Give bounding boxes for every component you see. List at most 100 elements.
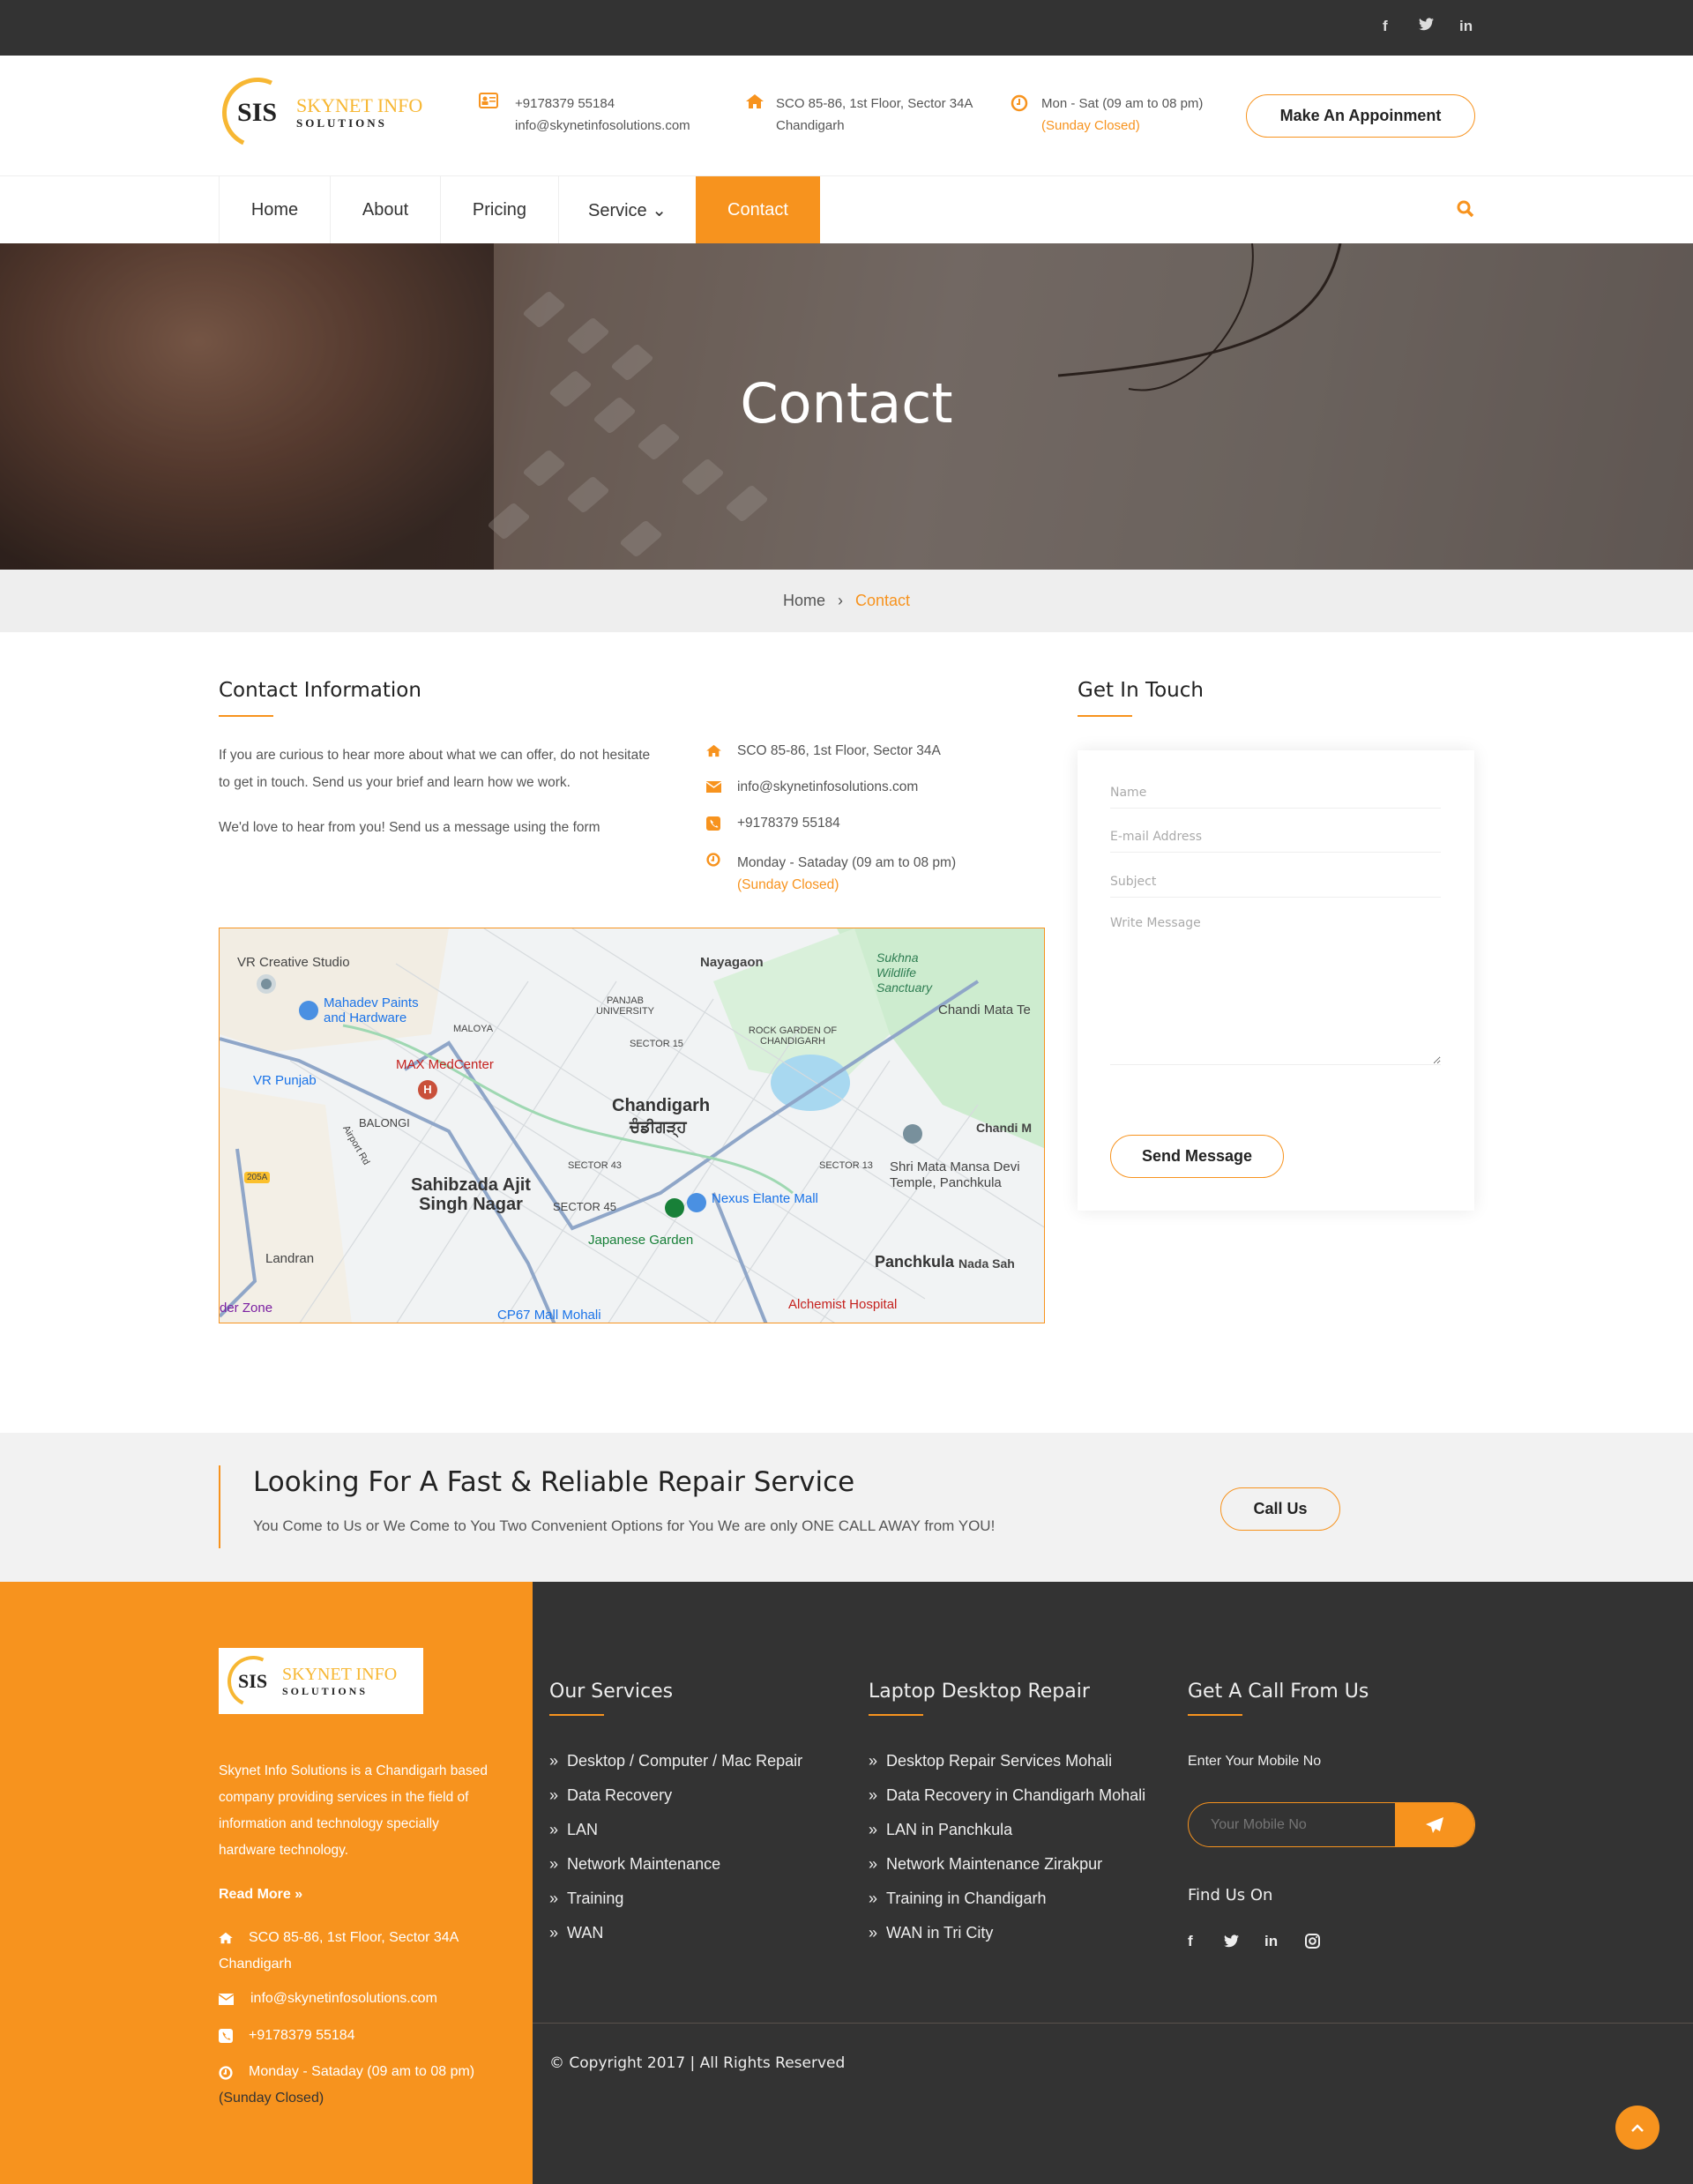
footer-repair-link[interactable]: » WAN in Tri City: [869, 1924, 993, 1942]
footer-logo[interactable]: SIS SKYNET INFO SOLUTIONS: [219, 1648, 423, 1714]
read-more-link[interactable]: Read More »: [219, 1887, 302, 1903]
subject-input[interactable]: [1110, 866, 1441, 898]
hero-banner: Contact: [0, 243, 1693, 570]
map-label: Panchkula: [875, 1253, 955, 1271]
search-icon[interactable]: [1457, 200, 1474, 222]
facebook-icon[interactable]: f: [1383, 18, 1388, 35]
park-pin-icon[interactable]: [665, 1198, 684, 1218]
email-input[interactable]: [1110, 821, 1441, 853]
footer-service-link[interactable]: » LAN: [549, 1821, 598, 1839]
logo-sis: SIS: [238, 1669, 268, 1692]
hospital-pin-icon[interactable]: H: [418, 1080, 437, 1099]
home-icon: [706, 744, 721, 762]
header-address-line2: Chandigarh: [776, 118, 845, 133]
footer-repair-link[interactable]: » Data Recovery in Chandigarh Mohali: [869, 1786, 1145, 1805]
footer-main: Our Services » Desktop / Computer / Mac R…: [533, 1582, 1693, 2184]
temple-pin-icon[interactable]: [903, 1124, 922, 1144]
contact-form: Send Message: [1078, 750, 1474, 1211]
clock-icon: [219, 2066, 233, 2084]
mobile-label: Enter Your Mobile No: [1188, 1754, 1322, 1769]
double-chevron-icon: »: [869, 1786, 878, 1804]
map-label: Chandi Mata Te: [938, 1003, 1031, 1017]
footer-repair-link[interactable]: » Training in Chandigarh: [869, 1890, 1046, 1908]
hero-title: Contact: [740, 371, 953, 436]
footer-service-link[interactable]: » WAN: [549, 1924, 603, 1942]
map-label: Sukhna Wildlife Sanctuary: [876, 950, 933, 995]
clock-icon: [706, 853, 720, 871]
map-label: Chandi M: [976, 1121, 1032, 1135]
message-textarea[interactable]: [1110, 909, 1441, 1065]
footer-about: SIS SKYNET INFO SOLUTIONS Skynet Info So…: [0, 1582, 533, 2184]
footer-service-link[interactable]: » Desktop / Computer / Mac Repair: [549, 1752, 802, 1770]
cta-title: Looking For A Fast & Reliable Repair Ser…: [253, 1466, 855, 1498]
mobile-input[interactable]: [1189, 1803, 1395, 1846]
map-label: Chandigarh: [612, 1096, 711, 1115]
name-input[interactable]: [1110, 777, 1441, 809]
contact-phone[interactable]: +9178379 55184: [737, 816, 840, 831]
linkedin-icon[interactable]: in: [1264, 1933, 1278, 1950]
find-us-label: Find Us On: [1188, 1886, 1273, 1904]
nav-service[interactable]: Service ⌄: [558, 176, 696, 243]
send-message-button[interactable]: Send Message: [1110, 1135, 1284, 1178]
header-address-line1: SCO 85-86, 1st Floor, Sector 34A: [776, 96, 973, 111]
map-label: Sahibzada Ajit Singh Nagar: [411, 1175, 531, 1214]
footer-about-line: information and technology specially: [219, 1816, 439, 1831]
linkedin-icon[interactable]: in: [1459, 18, 1473, 35]
breadcrumb: Home › Contact: [0, 570, 1693, 632]
double-chevron-icon: »: [549, 1855, 559, 1873]
map-embed[interactable]: VR Creative Studio Mahadev Paints and Ha…: [219, 928, 1045, 1323]
footer-service-link[interactable]: » Training: [549, 1890, 623, 1908]
footer-email[interactable]: info@skynetinfosolutions.com: [250, 1991, 437, 2007]
footer-service-label: LAN: [567, 1821, 599, 1838]
title-underline: [1188, 1714, 1242, 1716]
submit-mobile-button[interactable]: [1395, 1803, 1474, 1846]
send-icon: [1426, 1816, 1443, 1833]
footer-service-link[interactable]: » Data Recovery: [549, 1786, 672, 1805]
footer-repair-link[interactable]: » Network Maintenance Zirakpur: [869, 1855, 1102, 1874]
logo[interactable]: SIS SKYNET INFO SOLUTIONS: [212, 67, 422, 159]
footer-repair-link[interactable]: » Desktop Repair Services Mohali: [869, 1752, 1112, 1770]
header-hours: Mon - Sat (09 am to 08 pm) (Sunday Close…: [1041, 93, 1203, 137]
footer-repair-label: LAN in Panchkula: [886, 1821, 1013, 1838]
footer-about-line: Skynet Info Solutions is a Chandigarh ba…: [219, 1763, 489, 1778]
mall-pin-icon[interactable]: [687, 1193, 706, 1212]
map-pin-icon[interactable]: [257, 974, 276, 994]
shopping-pin-icon[interactable]: [299, 1001, 318, 1020]
nav-contact[interactable]: Contact: [696, 176, 820, 243]
footer-repair-label: Training in Chandigarh: [886, 1890, 1047, 1907]
contact-hours-text: Monday - Sataday (09 am to 08 pm): [737, 855, 957, 870]
call-us-button[interactable]: Call Us: [1220, 1487, 1340, 1531]
contact-card-icon: [479, 93, 498, 113]
map-label: Shri Mata Mansa Devi Temple, Panchkula: [890, 1159, 1020, 1190]
make-appointment-button[interactable]: Make An Appoinment: [1246, 94, 1475, 138]
footer-repair-label: Data Recovery in Chandigarh Mohali: [886, 1786, 1146, 1804]
nav-pricing[interactable]: Pricing: [440, 176, 558, 243]
header-phone[interactable]: +9178379 55184: [515, 93, 690, 115]
header-email[interactable]: info@skynetinfosolutions.com: [515, 115, 690, 137]
contact-email[interactable]: info@skynetinfosolutions.com: [737, 779, 918, 795]
instagram-icon[interactable]: [1305, 1934, 1320, 1953]
double-chevron-icon: »: [869, 1821, 878, 1838]
top-bar: f in: [0, 0, 1693, 56]
map-label: PANJAB UNIVERSITY: [595, 995, 654, 1017]
footer-service-link[interactable]: » Network Maintenance: [549, 1855, 720, 1874]
contact-invite: We'd love to hear from you! Send us a me…: [219, 820, 600, 835]
footer-service-label: WAN: [567, 1924, 604, 1942]
twitter-icon[interactable]: [1419, 18, 1434, 35]
contact-address: SCO 85-86, 1st Floor, Sector 34A: [737, 743, 941, 758]
scroll-to-top-button[interactable]: [1615, 2106, 1659, 2150]
facebook-icon[interactable]: f: [1188, 1933, 1193, 1950]
map-label: Japanese Garden: [588, 1233, 694, 1248]
title-underline: [219, 715, 273, 717]
footer-phone[interactable]: +9178379 55184: [249, 2028, 355, 2044]
contact-info-title: Contact Information: [219, 679, 421, 702]
footer-repair-link[interactable]: » LAN in Panchkula: [869, 1821, 1012, 1839]
nav-home[interactable]: Home: [219, 176, 330, 243]
breadcrumb-home[interactable]: Home: [783, 592, 825, 610]
twitter-icon[interactable]: [1224, 1934, 1239, 1952]
header-address: SCO 85-86, 1st Floor, Sector 34A Chandig…: [776, 93, 973, 137]
breadcrumb-separator: ›: [837, 592, 843, 609]
map-label: VR Punjab: [253, 1073, 317, 1088]
header-hours-text: Mon - Sat (09 am to 08 pm): [1041, 96, 1204, 111]
nav-about[interactable]: About: [330, 176, 440, 243]
